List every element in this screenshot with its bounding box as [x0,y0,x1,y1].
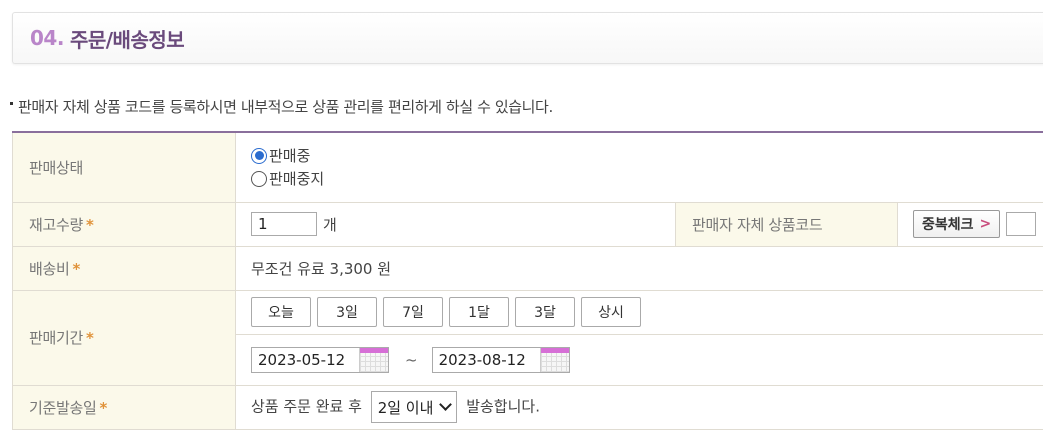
period-1month-button[interactable]: 1달 [449,297,509,327]
period-always-button[interactable]: 상시 [581,297,641,327]
stock-unit: 개 [323,215,337,234]
row-stock: 재고수량 * 1개 판매자 자체 상품코드 중복체크 > [12,201,1043,247]
date-separator: ~ [405,350,418,369]
period-3days-button[interactable]: 3일 [317,297,377,327]
seller-code-cell: 중복체크 > [896,201,1043,247]
bullet-icon [10,102,13,105]
start-date-input[interactable]: 2023-05-12 [251,346,389,373]
radio-checked-icon[interactable] [251,147,267,164]
dispatch-label: 기준발송일 * [12,384,236,430]
sale-status-options: 판매중 판매중지 [234,131,1043,203]
shipping-value: 무조건 유료 3,300 원 [234,245,1043,291]
section-header: 04. 주문/배송정보 [12,12,1043,64]
stock-cell: 1개 [235,201,676,247]
sale-status-label: 판매상태 [12,131,236,203]
radio-on-sale[interactable]: 판매중 [251,144,1043,167]
row-sale-status: 판매상태 판매중 판매중지 [12,131,1043,203]
row-shipping: 배송비 * 무조건 유료 3,300 원 [12,245,1043,291]
notice-text: 판매자 자체 상품 코드를 등록하시면 내부적으로 상품 관리를 편리하게 하실… [10,96,553,117]
seller-code-input[interactable] [1006,212,1037,236]
radio-sale-stopped-label: 판매중지 [269,170,325,189]
stock-quantity-input[interactable]: 1 [251,212,317,236]
chevron-down-icon [439,397,453,411]
dispatch-cell: 상품 주문 완료 후 2일 이내 발송합니다. [234,384,1043,430]
end-date-input[interactable]: 2023-08-12 [431,346,570,373]
duplicate-check-button[interactable]: 중복체크 > [913,210,1001,238]
radio-unchecked-icon[interactable] [251,170,267,187]
calendar-icon[interactable] [359,347,388,372]
period-today-button[interactable]: 오늘 [251,297,311,327]
calendar-icon[interactable] [539,347,569,372]
row-period-buttons: 판매기간 * 오늘 3일 7일 1달 3달 상시 [12,289,1043,386]
radio-sale-stopped[interactable]: 판매중지 [251,167,1043,190]
notice-label: 판매자 자체 상품 코드를 등록하시면 내부적으로 상품 관리를 편리하게 하실… [18,98,553,116]
period-3months-button[interactable]: 3달 [515,297,575,327]
section-number: 04. [30,26,64,50]
period-label: 판매기간 * [12,289,236,386]
stock-label: 재고수량 * [12,201,236,247]
period-dates: 2023-05-12 ~ 2023-08-12 [234,333,1043,386]
chevron-right-icon: > [979,216,992,232]
seller-code-label: 판매자 자체 상품코드 [675,201,898,247]
period-7days-button[interactable]: 7일 [383,297,443,327]
dispatch-prefix: 상품 주문 완료 후 [251,397,362,416]
period-quick-buttons: 오늘 3일 7일 1달 3달 상시 [234,289,1043,335]
radio-on-sale-label: 판매중 [269,147,311,166]
shipping-label: 배송비 * [12,245,236,291]
row-dispatch: 기준발송일 * 상품 주문 완료 후 2일 이내 발송합니다. [12,384,1043,430]
dispatch-suffix: 발송합니다. [466,397,540,416]
dispatch-days-select[interactable]: 2일 이내 [370,391,458,423]
order-shipping-form: 판매상태 판매중 판매중지 재고수량 * 1개 판매자 자체 상품코드 중복체크 >… [12,131,1043,430]
section-title: 주문/배송정보 [69,27,185,52]
